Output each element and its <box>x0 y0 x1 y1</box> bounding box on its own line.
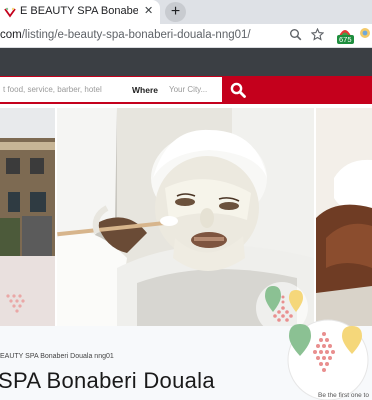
profile-extension-icon[interactable] <box>358 26 372 40</box>
gallery-photo-massage[interactable] <box>316 108 372 326</box>
tab-close-icon[interactable]: ✕ <box>144 4 153 17</box>
map-pin-watermark-icon <box>6 294 25 313</box>
new-tab-button[interactable]: + <box>165 2 186 22</box>
url-domain: com <box>0 29 22 41</box>
breadcrumb: EAUTY SPA Bonaberi Douala nng01 <box>0 353 114 360</box>
tab-title: E BEAUTY SPA Bonaberi Douala <box>20 5 138 17</box>
zoom-search-icon[interactable] <box>289 28 302 41</box>
browser-tab[interactable]: E BEAUTY SPA Bonaberi Douala ✕ <box>0 0 160 24</box>
bookmark-star-icon[interactable] <box>311 28 324 41</box>
listing-photo-gallery <box>0 104 372 326</box>
address-bar[interactable]: com/listing/e-beauty-spa-bonaberi-douala… <box>0 24 372 48</box>
what-search-input[interactable]: t food, service, barber, hotel <box>3 85 102 94</box>
listing-logo-icon <box>287 319 369 400</box>
extension-badge: 675 <box>337 35 354 44</box>
site-favicon-icon <box>4 7 16 18</box>
listing-header: EAUTY SPA Bonaberi Douala nng01 SPA Bona… <box>0 319 372 400</box>
url-text[interactable]: com/listing/e-beauty-spa-bonaberi-douala… <box>0 29 251 41</box>
site-header-bar <box>0 48 372 76</box>
url-path: /listing/e-beauty-spa-bonaberi-douala-nn… <box>21 29 251 41</box>
browser-tab-strip: E BEAUTY SPA Bonaberi Douala ✕ + <box>0 0 372 24</box>
search-icon[interactable] <box>229 81 247 99</box>
first-review-note: Be the first one to <box>318 392 369 399</box>
city-input[interactable]: Your City... <box>169 85 207 94</box>
gallery-photo-facial-treatment[interactable] <box>57 108 314 326</box>
where-label: Where <box>132 85 158 95</box>
search-form: t food, service, barber, hotel Where You… <box>0 77 222 102</box>
page-title: SPA Bonaberi Douala <box>0 368 215 393</box>
